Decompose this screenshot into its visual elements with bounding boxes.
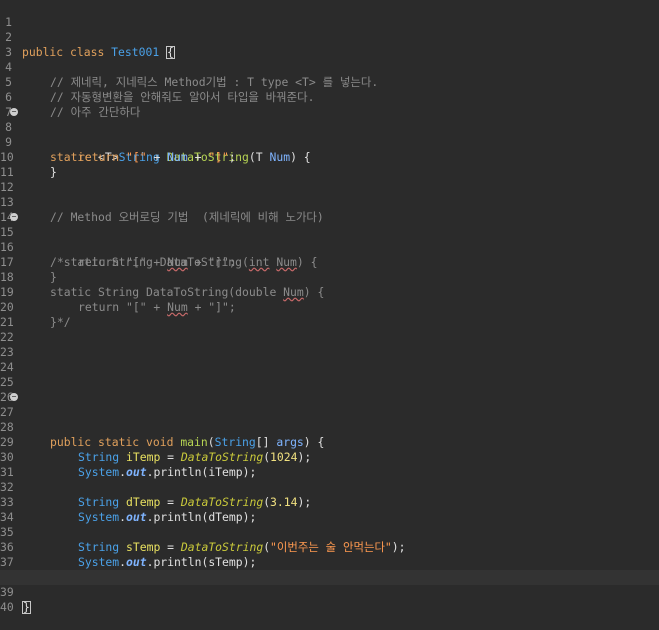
collapse-icon[interactable]: − [10, 108, 18, 116]
code-line: 36 System.out.println(sTemp); [0, 525, 659, 569]
code-line: 4 // 제네릭, 지네릭스 Method기법 : T type <T> 를 넣… [0, 45, 659, 89]
code-line: 31 [0, 450, 659, 479]
code-line: 21 [0, 300, 659, 329]
code-line: 28 [0, 405, 659, 434]
code-line: 37 } [0, 540, 659, 584]
code-line: 19 return "[" + Num + "]"; [0, 270, 659, 314]
code-line: 38 [0, 555, 659, 584]
code-line: 25 [0, 360, 659, 389]
code-line: 1 [0, 0, 659, 29]
current-code-line[interactable]: 39 } [0, 570, 659, 614]
code-line: 6 // 아주 간단하다 [0, 75, 659, 119]
code-line: 18 static String DataToString(double Num… [0, 255, 659, 299]
collapse-icon[interactable]: − [10, 213, 18, 221]
code-line: 9 return "[" + Num + "]"; [0, 120, 659, 164]
code-line: 11 [0, 150, 659, 179]
code-line: 30 System.out.println(iTemp); [0, 435, 659, 479]
code-line: 7 [0, 90, 659, 119]
code-line: 20 }*/ [0, 285, 659, 329]
code-line: 15 − /*static String DataToString(int Nu… [0, 210, 659, 270]
code-editor[interactable]: 1 2 public class Test001 { 3 4 // 제네릭, 지… [0, 0, 659, 614]
code-line: 17 } [0, 240, 659, 284]
code-line: 5 // 자동형변환을 안해줘도 알아서 타입을 바꿔준다. [0, 60, 659, 104]
code-line: 2 public class Test001 { [0, 15, 659, 59]
code-line: 27 − public static void main(String[] ar… [0, 390, 659, 450]
code-line: 16 return "[" + Num + "]"; [0, 225, 659, 269]
code-line: 24 [0, 345, 659, 374]
code-line: 8 − static <T>String DataToString(T Num)… [0, 105, 659, 165]
collapse-icon[interactable]: − [10, 393, 18, 401]
code-line: 35 String sTemp = DataToString("이번주는 술 안… [0, 510, 659, 554]
code-line: 22 [0, 315, 659, 344]
code-line: 13 // Method 오버로딩 기법 (제네릭에 비해 노가다) [0, 180, 659, 224]
code-line: 33 System.out.println(dTemp); [0, 480, 659, 524]
code-line: 32 String dTemp = DataToString(3.14); [0, 465, 659, 509]
code-line: 3 [0, 30, 659, 59]
code-line: 26 [0, 375, 659, 404]
line-number: 40 [0, 600, 14, 614]
code-line: 10 } [0, 135, 659, 179]
code-line: 12 [0, 165, 659, 194]
code-line: 34 [0, 495, 659, 524]
code-line: 14 [0, 195, 659, 224]
code-line: 29 String iTemp = DataToString(1024); [0, 420, 659, 464]
code-line: 23 [0, 330, 659, 359]
code-line: 40 [0, 585, 659, 614]
